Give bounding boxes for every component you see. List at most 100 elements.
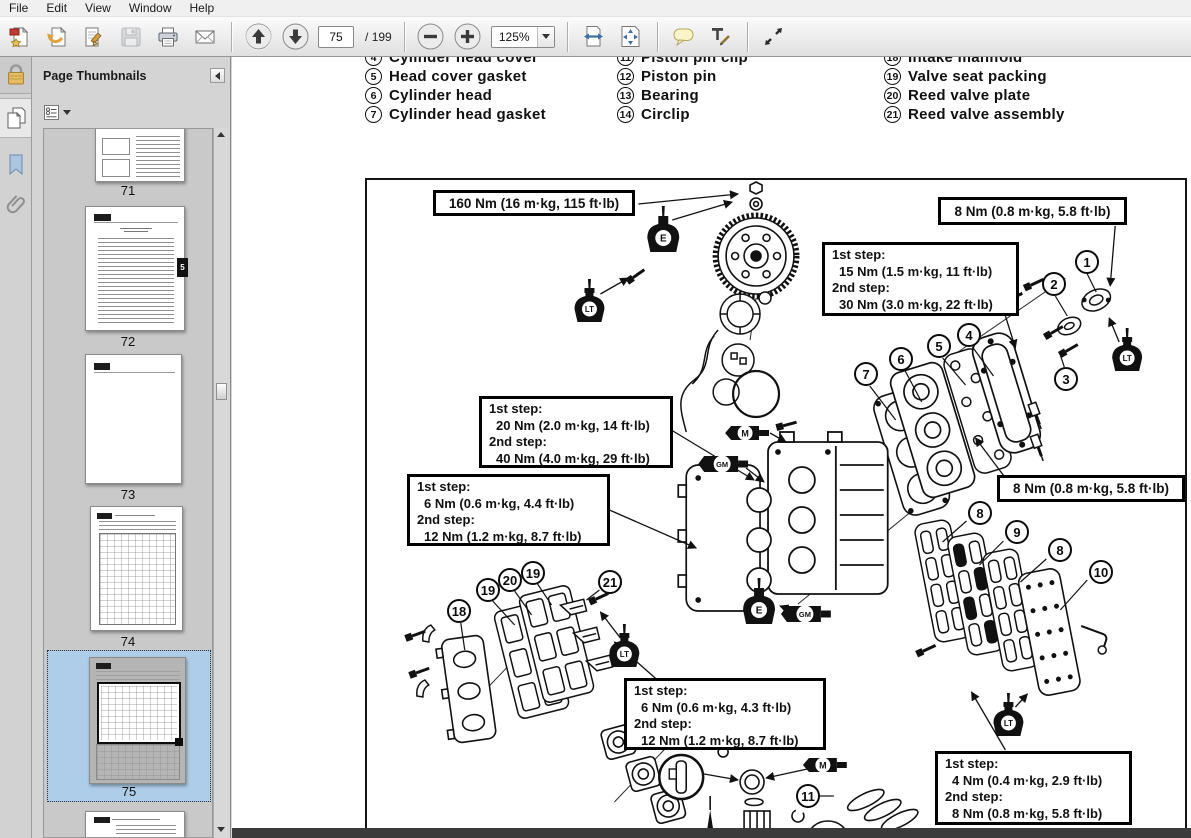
step-value: 12 Nm (1.2 m·kg, 8.7 ft·lb) — [634, 733, 816, 750]
lock-button[interactable] — [0, 57, 31, 94]
thumbnail-page-71[interactable] — [95, 128, 185, 182]
paperclip-icon — [5, 192, 27, 218]
chapter-tab: 5 — [177, 258, 188, 277]
part-number-bubble: 7 — [854, 362, 878, 386]
print-button[interactable] — [154, 23, 182, 51]
thumbnail-page-72[interactable]: 5 — [85, 206, 185, 331]
part-number-bubble: 6 — [889, 347, 913, 371]
page-thumbnails-panel-button[interactable] — [0, 98, 31, 138]
chevron-down-icon — [63, 110, 71, 115]
part-number-bubble: 5 — [927, 334, 951, 358]
scrollbar-thumb[interactable] — [216, 383, 227, 400]
view-rectangle-handle[interactable] — [175, 738, 183, 746]
part-number: 20 — [884, 87, 901, 104]
intake-manifold-part — [435, 635, 497, 745]
zoom-out-icon — [417, 23, 444, 50]
part-number: 13 — [617, 87, 634, 104]
open-file-button[interactable] — [43, 23, 71, 51]
part-number-bubble: 11 — [796, 784, 820, 808]
part-number-bubble: 19 — [476, 578, 500, 602]
document-page: 4Cylinder head cover 5Head cover gasket … — [232, 57, 1191, 838]
torque-callout-right: 8 Nm (0.8 m·kg, 5.8 ft·lb) — [997, 475, 1185, 502]
svg-text:LT: LT — [620, 650, 629, 659]
thumbnail-scrollbar[interactable] — [213, 128, 229, 838]
part-number-bubble: 10 — [1089, 560, 1113, 584]
part-number-bubble: 4 — [957, 323, 981, 347]
menu-edit[interactable]: Edit — [37, 0, 76, 16]
part-number: 18 — [884, 57, 901, 66]
email-button[interactable] — [191, 23, 219, 51]
zoom-out-button[interactable] — [417, 23, 445, 51]
thumbnail-options-button[interactable] — [43, 103, 73, 121]
comment-button[interactable] — [670, 23, 698, 51]
chevron-left-icon — [215, 72, 220, 80]
edit-document-button[interactable] — [80, 23, 108, 51]
fit-page-button[interactable] — [617, 23, 645, 51]
text-annotation-icon — [708, 24, 733, 49]
zoom-level-control: 125% — [491, 26, 555, 48]
page-number-input[interactable] — [318, 26, 354, 48]
menu-file[interactable]: File — [0, 0, 37, 16]
step-label: 2nd step: — [832, 280, 1009, 297]
create-pdf-button[interactable] — [6, 23, 34, 51]
scroll-up-arrow-icon[interactable] — [217, 132, 225, 137]
torque-callout-top-right: 8 Nm (0.8 m·kg, 5.8 ft·lb) — [938, 197, 1127, 225]
step-label: 1st step: — [945, 756, 1122, 773]
fit-width-button[interactable] — [580, 23, 608, 51]
next-page-button[interactable] — [281, 23, 309, 51]
thumbnail-page-76[interactable] — [85, 811, 185, 838]
chevron-down-icon — [542, 34, 550, 39]
menu-window[interactable]: Window — [120, 0, 181, 16]
fit-width-icon — [581, 24, 606, 49]
step-value: 40 Nm (4.0 m·kg, 29 ft·lb) — [489, 451, 663, 468]
toolbar-separator — [404, 22, 405, 52]
menu-bar: File Edit View Window Help — [0, 0, 1191, 17]
menu-view[interactable]: View — [76, 0, 120, 16]
text-annotation-button[interactable] — [707, 23, 735, 51]
comment-bubble-icon — [671, 24, 696, 49]
previous-page-button[interactable] — [244, 23, 272, 51]
cylinder-block-part — [768, 432, 888, 594]
svg-text:E: E — [660, 233, 667, 244]
menu-help[interactable]: Help — [181, 0, 224, 16]
attachments-panel-button[interactable] — [0, 185, 31, 225]
step-label: 2nd step: — [634, 716, 816, 733]
save-button[interactable] — [117, 23, 145, 51]
part-label: Circlip — [641, 106, 690, 123]
scroll-down-arrow-icon[interactable] — [217, 827, 225, 832]
zoom-level-dropdown[interactable] — [537, 27, 554, 47]
grease-tube-m-icon: M — [803, 758, 847, 773]
svg-text:LT: LT — [585, 305, 594, 314]
step-label: 1st step: — [489, 401, 663, 418]
thumbnail-page-74[interactable] — [90, 506, 183, 631]
page-view-rectangle[interactable] — [97, 682, 181, 744]
bookmark-icon — [6, 153, 26, 177]
thumbnail-list: 71 5 72 73 74 — [43, 128, 213, 838]
manifold-bracket-parts — [417, 625, 435, 697]
svg-text:E: E — [756, 605, 763, 616]
lock-icon — [5, 63, 27, 87]
toolbar-separator — [657, 22, 658, 52]
thumbnail-page-75-selected[interactable]: 75 — [47, 650, 211, 802]
collapse-panel-button[interactable] — [210, 68, 225, 83]
part-number: 6 — [365, 87, 382, 104]
toolbar-separator — [747, 22, 748, 52]
zoom-in-button[interactable] — [454, 23, 482, 51]
water-pipe-part — [1081, 626, 1106, 654]
fullscreen-icon — [762, 25, 785, 48]
part-number-bubble: 20 — [498, 568, 522, 592]
step-label: 2nd step: — [489, 434, 663, 451]
fullscreen-button[interactable] — [760, 23, 788, 51]
parts-list-column-3: 18Intake manifold 19Valve seat packing 2… — [884, 57, 1065, 124]
previous-page-icon — [245, 23, 272, 50]
bookmarks-panel-button[interactable] — [0, 145, 31, 185]
zoom-level-value[interactable]: 125% — [492, 27, 537, 47]
part-label: Valve seat packing — [908, 68, 1047, 85]
part-number: 11 — [617, 57, 634, 66]
part-number: 7 — [365, 106, 382, 123]
part-label: Piston pin clip — [641, 57, 748, 66]
thumbnail-page-73[interactable] — [85, 354, 182, 484]
step-label: 1st step: — [634, 683, 816, 700]
part-label: Cylinder head cover — [389, 57, 538, 66]
thumbnail-label: 75 — [48, 784, 210, 799]
